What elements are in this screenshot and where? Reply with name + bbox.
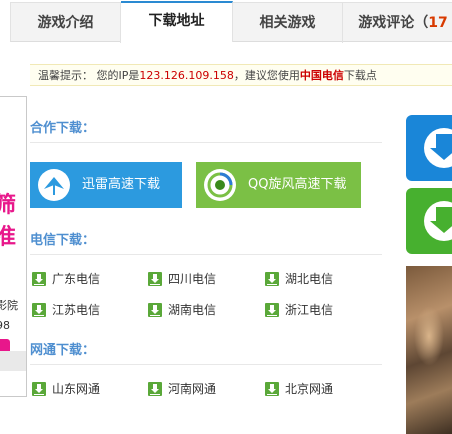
download-arrow-icon <box>424 128 452 168</box>
download-arrow-icon <box>32 303 46 317</box>
link-label: 北京网通 <box>285 382 334 396</box>
tab-comments-count: 17 <box>428 15 448 31</box>
link-label: 四川电信 <box>168 272 217 286</box>
tab-game-intro[interactable]: 游戏介绍 <box>11 3 121 43</box>
link-label: 浙江电信 <box>285 303 334 317</box>
link-label: 山东网通 <box>52 382 101 396</box>
xunlei-bird-icon <box>38 169 70 201</box>
link-jiangsu-telecom[interactable]: 江苏电信 <box>32 302 100 318</box>
notice-prefix: 温馨提示： 您的IP是 <box>38 69 140 82</box>
tab-game-intro-label: 游戏介绍 <box>37 15 94 31</box>
left-panel-text-1: 筛 <box>0 187 16 219</box>
section-title-netcom: 网通下载： <box>30 338 382 365</box>
download-arrow-icon <box>424 201 452 241</box>
download-arrow-icon <box>32 272 46 286</box>
download-arrow-icon <box>265 382 279 396</box>
qq-whirlwind-icon <box>204 169 236 201</box>
notice-isp[interactable]: 中国电信 <box>300 69 344 82</box>
download-arrow-icon <box>148 303 162 317</box>
right-download-button-green[interactable] <box>406 188 452 254</box>
left-float-panel[interactable]: 筛 准 影院 98 <box>0 96 27 397</box>
link-shandong-netcom[interactable]: 山东网通 <box>32 381 100 397</box>
tab-comments-label: 游戏评论（ <box>358 15 429 31</box>
link-label: 河南网通 <box>168 382 217 396</box>
link-label: 江苏电信 <box>52 303 101 317</box>
link-guangdong-telecom[interactable]: 广东电信 <box>32 271 100 287</box>
tab-related-games-label: 相关游戏 <box>259 15 316 31</box>
qq-download-label: QQ旋风高速下载 <box>248 177 347 192</box>
download-arrow-icon <box>265 272 279 286</box>
left-panel-small-2: 98 <box>0 319 10 332</box>
game-screenshot-image[interactable] <box>406 266 452 434</box>
xunlei-download-button[interactable]: 迅雷高速下载 <box>30 162 182 208</box>
download-arrow-icon <box>148 272 162 286</box>
left-panel-close-area[interactable] <box>0 351 26 371</box>
notice-ip: 123.126.109.158 <box>139 69 234 82</box>
section-title-telecom: 电信下载： <box>30 228 382 255</box>
link-hunan-telecom[interactable]: 湖南电信 <box>148 302 216 318</box>
link-label: 湖南电信 <box>168 303 217 317</box>
xunlei-download-label: 迅雷高速下载 <box>82 177 161 192</box>
link-label: 广东电信 <box>52 272 101 286</box>
tab-bar: 游戏介绍 下载地址 相关游戏 游戏评论（17 <box>10 1 452 43</box>
link-hubei-telecom[interactable]: 湖北电信 <box>265 271 333 287</box>
link-zhejiang-telecom[interactable]: 浙江电信 <box>265 302 333 318</box>
tab-comments[interactable]: 游戏评论（17 <box>343 3 452 43</box>
tab-download[interactable]: 下载地址 <box>121 1 233 42</box>
notice-middle: ，建议您使用 <box>233 69 300 82</box>
left-panel-small-1: 影院 <box>0 299 18 312</box>
section-title-partner: 合作下载： <box>30 116 382 143</box>
tab-download-label: 下载地址 <box>148 13 205 29</box>
link-label: 湖北电信 <box>285 272 334 286</box>
download-arrow-icon <box>148 382 162 396</box>
left-panel-text-2: 准 <box>0 219 16 251</box>
link-henan-netcom[interactable]: 河南网通 <box>148 381 216 397</box>
right-download-button-blue[interactable] <box>406 115 452 181</box>
qq-download-button[interactable]: QQ旋风高速下载 <box>196 162 361 208</box>
link-sichuan-telecom[interactable]: 四川电信 <box>148 271 216 287</box>
notice-suffix: 下载点 <box>343 69 377 82</box>
tab-related-games[interactable]: 相关游戏 <box>233 3 343 43</box>
download-arrow-icon <box>265 303 279 317</box>
download-arrow-icon <box>32 382 46 396</box>
link-beijing-netcom[interactable]: 北京网通 <box>265 381 333 397</box>
ip-notice: 温馨提示： 您的IP是123.126.109.158，建议您使用中国电信下载点 <box>30 64 452 86</box>
